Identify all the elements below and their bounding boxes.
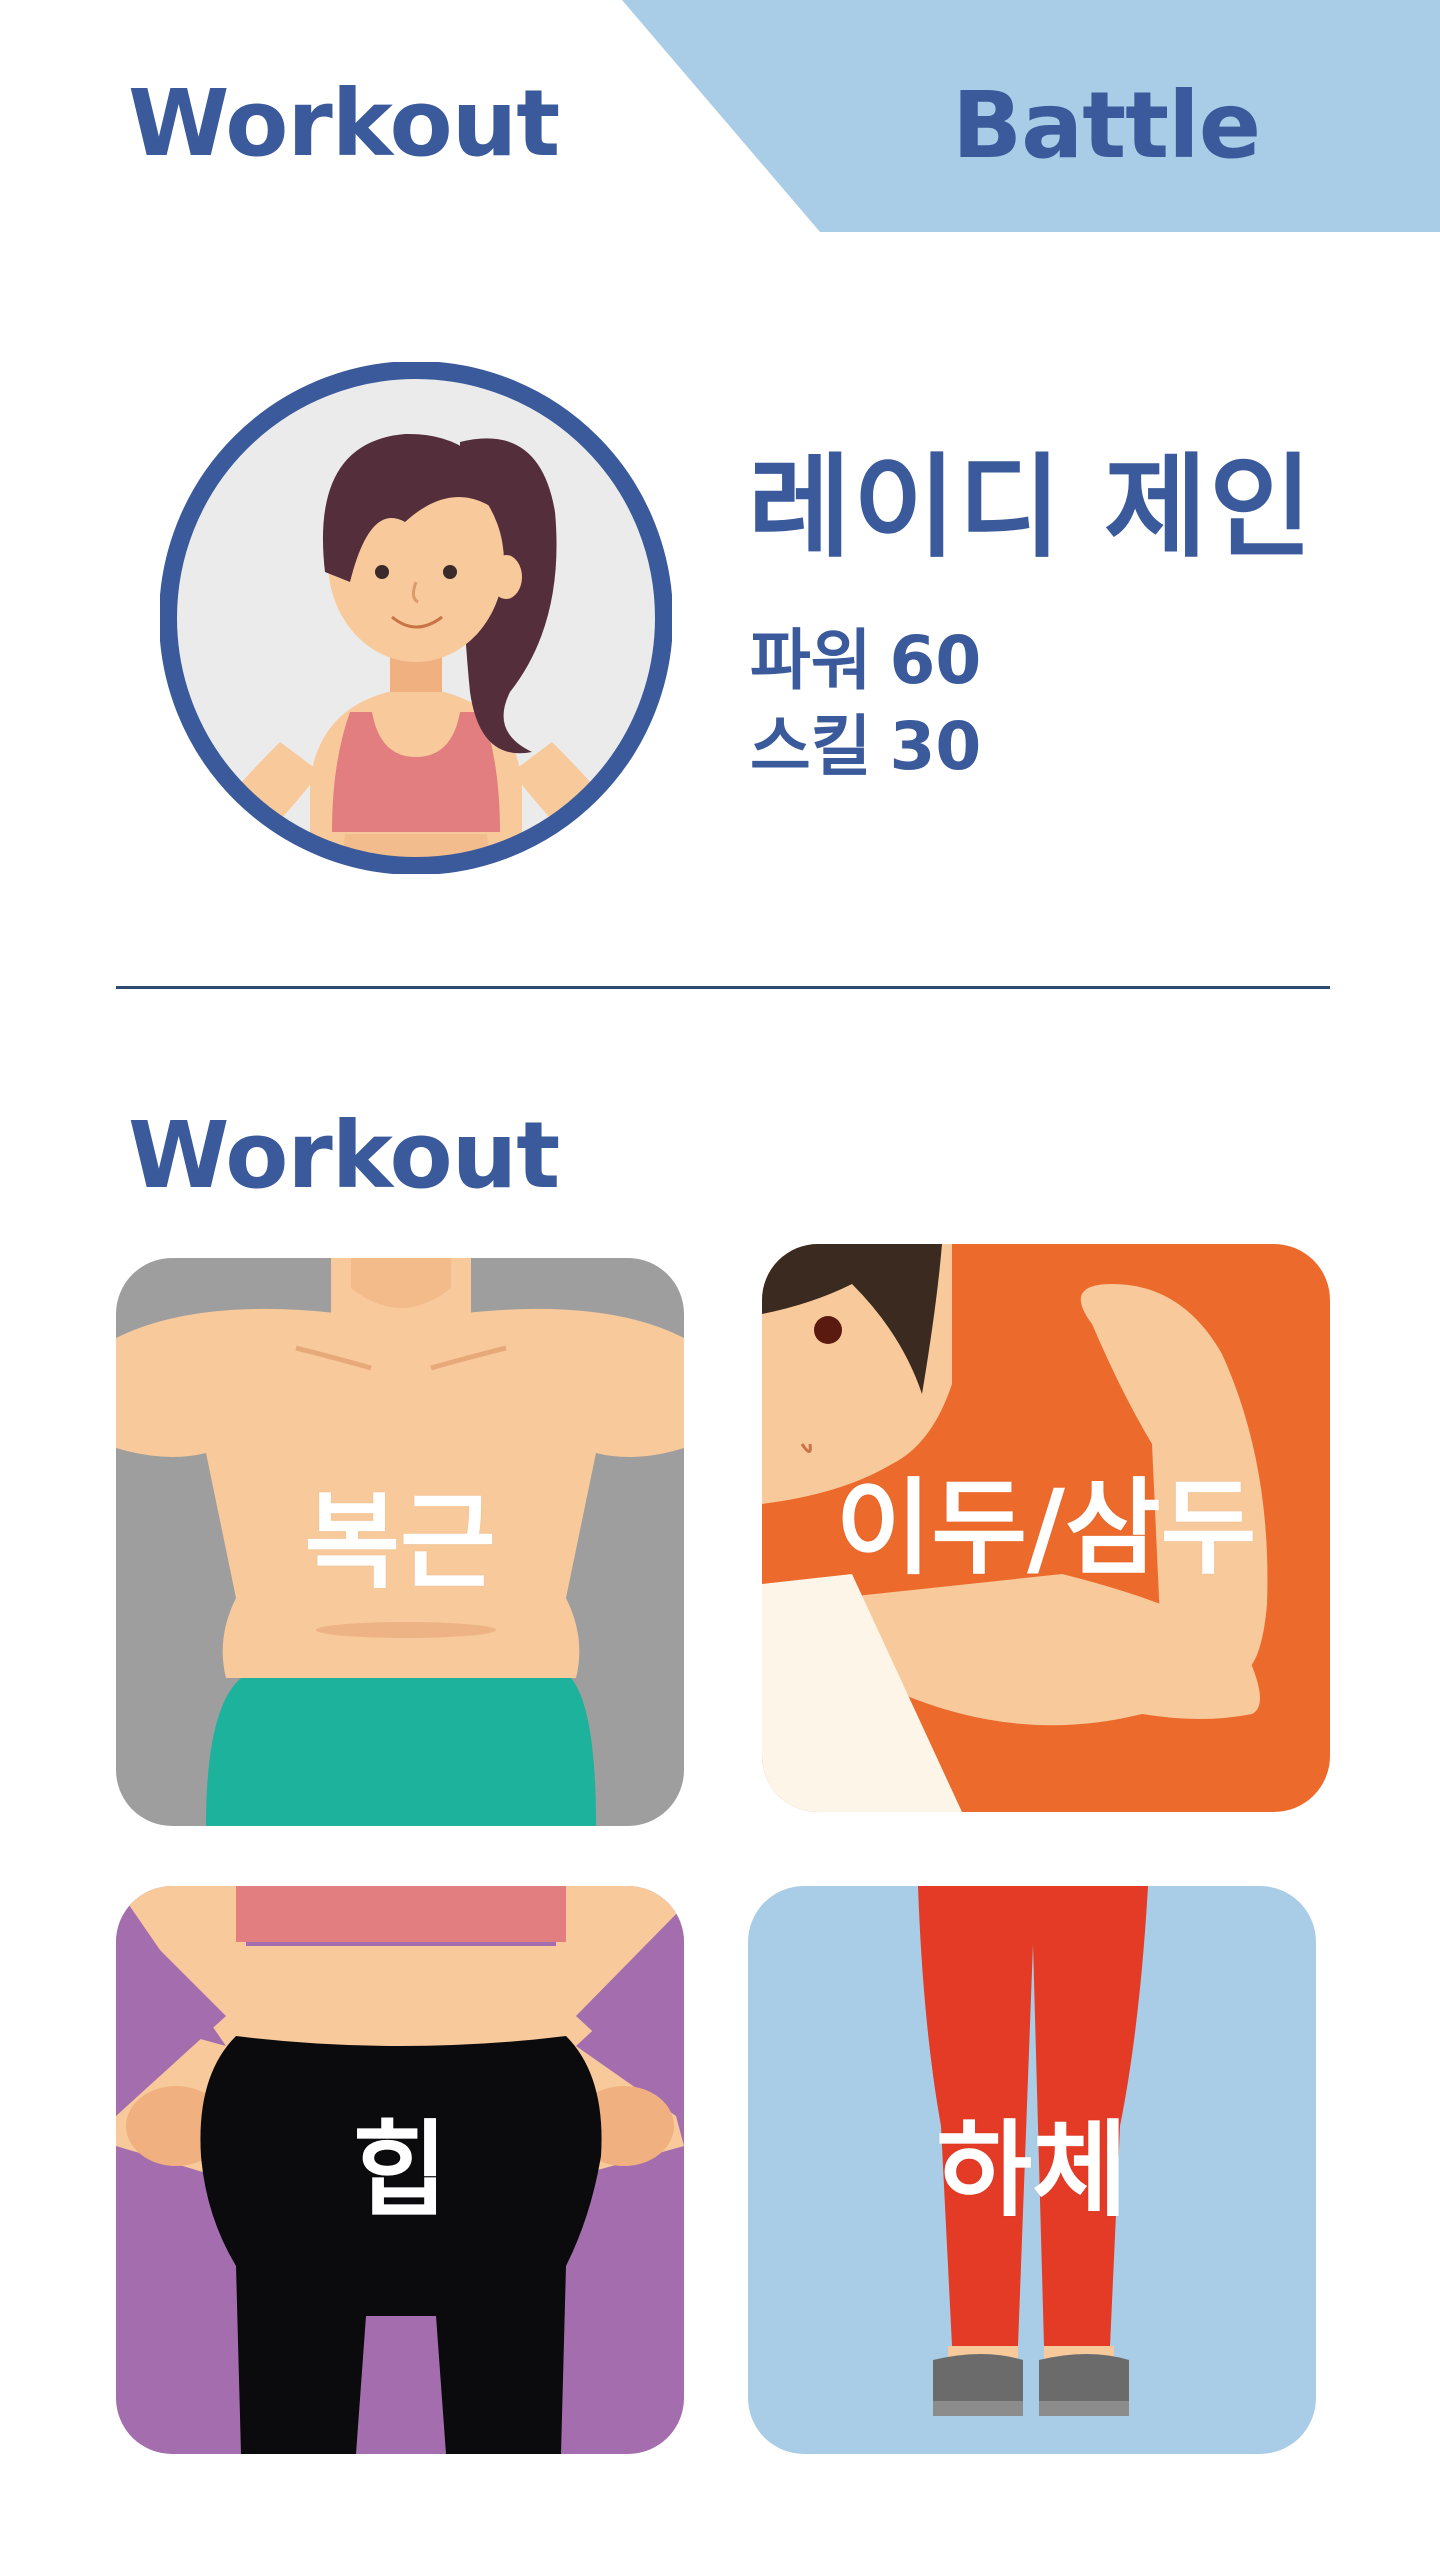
workout-card-legs[interactable]: 하체 <box>748 1886 1316 2454</box>
stat-power: 파워 60 <box>750 628 981 694</box>
workout-section-title: Workout <box>128 1102 560 1209</box>
stat-power-value: 60 <box>889 622 982 699</box>
tab-battle[interactable]: Battle <box>952 80 1261 172</box>
workout-card-arms[interactable]: 이두/삼두 <box>762 1244 1330 1812</box>
avatar <box>160 362 672 874</box>
section-divider <box>116 986 1330 989</box>
profile-name: 레이디 제인 <box>748 443 1315 573</box>
card-label-arms: 이두/삼두 <box>835 1467 1257 1589</box>
card-label-legs: 하체 <box>936 2109 1128 2231</box>
stat-skill: 스킬 30 <box>750 714 981 780</box>
card-label-abs: 복근 <box>304 1481 496 1603</box>
workout-card-hip[interactable]: 힙 <box>116 1886 684 2454</box>
stat-skill-value: 30 <box>889 708 982 785</box>
workout-card-abs[interactable]: 복근 <box>116 1258 684 1826</box>
card-label-hip: 힙 <box>352 2109 448 2231</box>
stat-skill-label: 스킬 <box>750 708 872 785</box>
tab-workout[interactable]: Workout <box>128 78 560 170</box>
stat-power-label: 파워 <box>750 622 872 699</box>
